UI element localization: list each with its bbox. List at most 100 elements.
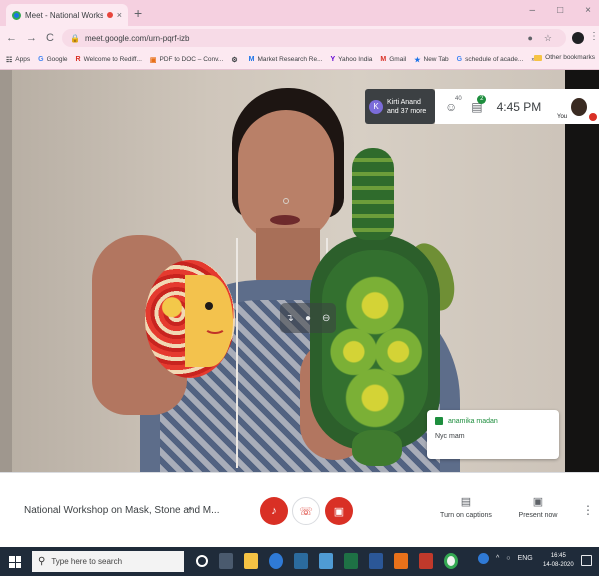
bookmark-pdf-to-doc[interactable]: ▣ PDF to DOC – Conv... [150, 56, 223, 64]
app-icon[interactable] [419, 553, 433, 569]
chat-badge: 2 [477, 94, 487, 104]
tray-chevron-icon[interactable]: ^ [496, 555, 499, 562]
participants-chip[interactable]: K Kirti Anand and 37 more [365, 89, 435, 124]
bookmark-settings[interactable]: ⚙ [231, 56, 240, 64]
store-icon[interactable] [294, 553, 308, 569]
folder-icon [534, 54, 543, 61]
word-icon[interactable] [369, 553, 383, 569]
window-close-button[interactable]: × [585, 5, 591, 16]
pin-icon[interactable]: ↴ [286, 313, 294, 324]
mic-icon[interactable]: ● [305, 313, 311, 324]
maximize-button[interactable]: □ [557, 5, 563, 16]
market-research-icon: M [248, 56, 255, 63]
apps-icon: ☷ [6, 56, 13, 64]
profile-avatar[interactable] [572, 32, 584, 44]
window-controls: – □ × [530, 5, 591, 16]
presenter-earring [283, 198, 289, 204]
file-explorer-icon[interactable] [244, 553, 258, 569]
self-avatar [571, 98, 587, 116]
recording-dot-icon [106, 12, 113, 18]
bookmark-new-tab[interactable]: ★ New Tab [414, 56, 448, 64]
new-tab-icon: ★ [414, 56, 421, 64]
settings-icon: ⚙ [231, 56, 238, 64]
back-button[interactable]: ← [6, 32, 17, 44]
browser-menu-icon[interactable]: ⋮ [589, 31, 599, 42]
app-icon[interactable] [394, 553, 408, 569]
taskbar-apps [196, 553, 458, 569]
edge-icon[interactable] [269, 553, 283, 569]
chat-notification[interactable]: anamika madan Nyc mam [427, 410, 559, 459]
minimize-button[interactable]: – [530, 5, 536, 16]
video-stage: ↴ ● ⊖ K Kirti Anand and 37 more ☺ 40 ▤ 2 4:… [0, 70, 599, 472]
painted-turtle-shell [310, 235, 440, 450]
system-tray: ^ ○ ENG [478, 553, 533, 564]
taskbar-search[interactable]: ⚲ Type here to search [32, 551, 184, 572]
bookmark-gmail[interactable]: M Gmail [380, 56, 406, 63]
excel-icon[interactable] [344, 553, 358, 569]
tile-hover-toolbar: ↴ ● ⊖ [280, 303, 336, 333]
people-button[interactable]: ☺ 40 [445, 96, 462, 114]
address-bar[interactable]: 🔒 meet.google.com/urn-pqrf-izb ● ☆ [62, 29, 566, 47]
browser-tabstrip: Meet - National Worksho... × + – □ × [0, 0, 599, 26]
windows-start-icon[interactable] [9, 556, 21, 568]
meet-top-controls: ☺ 40 ▤ 2 4:45 PM [435, 89, 565, 124]
rediff-icon: R [75, 56, 81, 63]
chevron-up-icon[interactable]: ^ [188, 505, 192, 515]
url-text[interactable]: meet.google.com/urn-pqrf-izb [85, 34, 523, 43]
participant-avatar: K [369, 99, 383, 114]
language-indicator[interactable]: ENG [518, 555, 533, 562]
tray-app-icon[interactable] [478, 553, 489, 564]
bookmarks-bar: ☷ Apps G Google R Welcome to Rediff... ▣ PDF… [0, 50, 599, 70]
more-options-icon[interactable]: ⋮ [582, 503, 594, 517]
bookmark-rediff[interactable]: R Welcome to Rediff... [76, 56, 142, 63]
taskbar-clock[interactable]: 16:45 14-08-2020 [543, 552, 574, 570]
reload-button[interactable]: C [46, 32, 54, 44]
self-mic-off-icon [589, 113, 597, 121]
present-now-button[interactable]: ▣ Present now [515, 495, 561, 519]
captions-label: Turn on captions [440, 512, 492, 519]
dark-edge [565, 70, 599, 472]
task-view-icon[interactable] [219, 553, 233, 569]
bookmark-schedule[interactable]: Gschedule of acade... [457, 56, 524, 63]
bookmark-market-research[interactable]: M Market Research Re... [249, 56, 323, 63]
chat-sender: anamika madan [448, 417, 498, 425]
turtle-foot [352, 430, 402, 466]
mail-icon[interactable] [319, 553, 333, 569]
tab-meet[interactable]: Meet - National Worksho... × [6, 4, 128, 26]
camera-icon[interactable]: ● [527, 33, 538, 43]
star-icon[interactable]: ☆ [544, 33, 558, 44]
mic-toggle-button[interactable]: ♪ [260, 497, 288, 525]
mic-off-icon: ♪ [271, 505, 277, 517]
new-tab-button[interactable]: + [134, 5, 142, 21]
camera-toggle-button[interactable]: ▣ [325, 497, 353, 525]
chat-icon [435, 417, 443, 425]
pdf-icon: ▣ [149, 56, 157, 64]
leave-call-button[interactable]: ☏ [292, 497, 320, 525]
tab-title: Meet - National Worksho... [25, 10, 103, 20]
bookmark-apps[interactable]: ☷ Apps [6, 56, 30, 64]
people-count: 40 [455, 95, 462, 102]
fish-smile [204, 320, 226, 334]
chat-button[interactable]: ▤ 2 [471, 94, 487, 114]
chrome-icon[interactable] [444, 553, 458, 569]
network-icon[interactable]: ○ [506, 555, 510, 562]
spacer [0, 540, 599, 547]
schedule-icon: G [456, 56, 463, 63]
bookmark-yahoo[interactable]: Y Yahoo India [331, 56, 373, 63]
present-icon: ▣ [532, 496, 544, 508]
captions-icon: ▤ [460, 496, 472, 508]
search-icon: ⚲ [38, 556, 46, 567]
remove-icon[interactable]: ⊖ [322, 313, 330, 324]
hangup-icon: ☏ [299, 505, 313, 518]
taskbar-search-placeholder: Type here to search [51, 557, 123, 566]
cortana-icon[interactable] [196, 555, 208, 567]
windows-taskbar: ⚲ Type here to search ^ ○ ENG 16:45 14-0… [0, 547, 599, 576]
present-label: Present now [518, 512, 558, 519]
captions-button[interactable]: ▤ Turn on captions [438, 495, 494, 519]
other-bookmarks[interactable]: Other bookmarks [534, 54, 595, 61]
notifications-icon[interactable] [581, 555, 592, 566]
browser-toolbar: ← → C 🔒 meet.google.com/urn-pqrf-izb ● ☆… [0, 26, 599, 50]
forward-button[interactable]: → [26, 32, 37, 44]
tab-close-button[interactable]: × [117, 10, 122, 20]
bookmark-google[interactable]: G Google [38, 56, 67, 63]
